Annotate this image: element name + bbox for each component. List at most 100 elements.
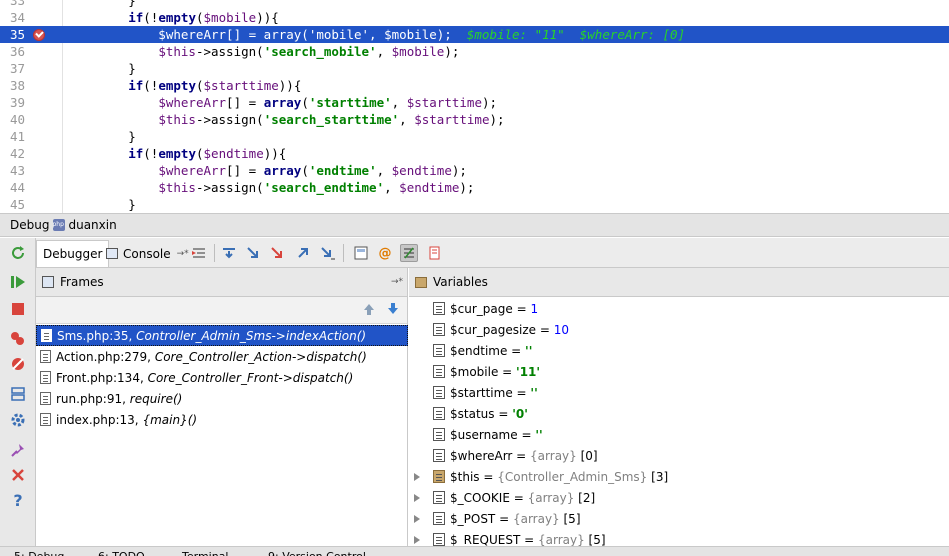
line-number[interactable]: 36 <box>0 43 30 60</box>
code-line[interactable]: 43 $whereArr[] = array('endtime', $endti… <box>0 162 949 179</box>
line-number[interactable]: 42 <box>0 145 30 162</box>
array-icon <box>433 512 445 525</box>
bottom-tab-version-control[interactable]: 9: Version Control <box>268 547 366 556</box>
code-editor[interactable]: 33 } 34 if(!empty($mobile)){35 $whereArr[… <box>0 0 949 213</box>
variable-name: $starttime <box>450 385 513 400</box>
line-number[interactable]: 38 <box>0 77 30 94</box>
step-out-icon[interactable] <box>294 244 312 262</box>
layout-icon[interactable] <box>9 385 27 403</box>
frames-header: Frames →* <box>36 268 407 297</box>
line-number[interactable]: 41 <box>0 128 30 145</box>
line-number[interactable]: 44 <box>0 179 30 196</box>
variable-row[interactable]: $cur_pagesize = 10 <box>409 319 949 340</box>
frame-item[interactable]: index.php:13, {main}() <box>36 409 408 430</box>
variable-value: '' <box>525 343 533 358</box>
watch-icon[interactable]: @ <box>376 244 394 262</box>
code-line[interactable]: 37 } <box>0 60 949 77</box>
step-over-icon[interactable] <box>220 244 238 262</box>
variable-value: [3] <box>647 469 669 484</box>
code-line[interactable]: 38 if(!empty($starttime)){ <box>0 77 949 94</box>
variable-icon <box>433 407 445 420</box>
code-line[interactable]: 34 if(!empty($mobile)){ <box>0 9 949 26</box>
variable-icon <box>433 428 445 441</box>
code-line[interactable]: 44 $this->assign('search_endtime', $endt… <box>0 179 949 196</box>
code-line-current[interactable]: 35 $whereArr[] = array('mobile', $mobile… <box>0 26 949 43</box>
code-text: } <box>68 0 136 9</box>
variable-row[interactable]: $cur_page = 1 <box>409 298 949 319</box>
mute-breakpoints-icon[interactable] <box>9 355 27 373</box>
code-line[interactable]: 42 if(!empty($endtime)){ <box>0 145 949 162</box>
expand-arrow-icon[interactable] <box>414 493 420 502</box>
variable-row[interactable]: $_POST = {array} [5] <box>409 508 949 529</box>
php-file-icon <box>40 350 51 363</box>
restore-layout-icon[interactable] <box>426 244 444 262</box>
step-into-icon[interactable] <box>244 244 262 262</box>
run-config-name[interactable]: duanxin <box>68 218 116 232</box>
rerun-icon[interactable] <box>9 244 27 262</box>
breakpoint-icon[interactable] <box>33 29 45 41</box>
line-number[interactable]: 43 <box>0 162 30 179</box>
frame-item[interactable]: run.php:91, require() <box>36 388 408 409</box>
variable-icon <box>433 365 445 378</box>
php-file-icon <box>40 392 51 405</box>
variable-row[interactable]: $this = {Controller_Admin_Sms} [3] <box>409 466 949 487</box>
variable-icon <box>433 323 445 336</box>
code-line[interactable]: 40 $this->assign('search_starttime', $st… <box>0 111 949 128</box>
variable-equals: = <box>512 448 531 463</box>
frame-item[interactable]: Front.php:134, Core_Controller_Front->di… <box>36 367 408 388</box>
evaluate-expression-icon[interactable] <box>352 244 370 262</box>
line-number[interactable]: 34 <box>0 9 30 26</box>
variable-row[interactable]: $whereArr = {array} [0] <box>409 445 949 466</box>
expand-arrow-icon[interactable] <box>414 514 420 523</box>
variable-row[interactable]: $mobile = '11' <box>409 361 949 382</box>
code-line[interactable]: 33 } <box>0 0 949 9</box>
variable-row[interactable]: $_COOKIE = {array} [2] <box>409 487 949 508</box>
code-line[interactable]: 41 } <box>0 128 949 145</box>
line-number[interactable]: 45 <box>0 196 30 213</box>
view-breakpoints-icon[interactable] <box>9 330 27 348</box>
array-icon <box>433 449 445 462</box>
variable-row[interactable]: $status = '0' <box>409 403 949 424</box>
variable-row[interactable]: $endtime = '' <box>409 340 949 361</box>
variable-text: $mobile = '11' <box>450 365 540 379</box>
line-number[interactable]: 39 <box>0 94 30 111</box>
show-values-inline-icon[interactable] <box>400 244 418 262</box>
tab-debugger[interactable]: Debugger <box>36 240 110 267</box>
code-line[interactable]: 39 $whereArr[] = array('starttime', $sta… <box>0 94 949 111</box>
settings-icon[interactable] <box>9 411 27 429</box>
variable-row[interactable]: $starttime = '' <box>409 382 949 403</box>
variable-row[interactable]: $username = '' <box>409 424 949 445</box>
pin-icon[interactable] <box>9 441 27 459</box>
bottom-tab-debug[interactable]: 5: Debug <box>14 547 64 556</box>
line-number[interactable]: 37 <box>0 60 30 77</box>
variable-type: {array} <box>530 448 577 463</box>
show-execution-point-icon[interactable] <box>190 244 208 262</box>
debugger-toolbar: Debugger Console →* @ <box>36 238 949 268</box>
expand-arrow-icon[interactable] <box>414 535 420 544</box>
tab-console[interactable]: Console →* <box>100 240 195 267</box>
code-line[interactable]: 36 $this->assign('search_mobile', $mobil… <box>0 43 949 60</box>
line-number[interactable]: 35 <box>0 26 30 43</box>
code-line[interactable]: 45 } <box>0 196 949 213</box>
expand-arrow-icon[interactable] <box>414 472 420 481</box>
frames-pin-icon[interactable]: →* <box>391 277 403 287</box>
array-icon <box>433 491 445 504</box>
help-icon[interactable]: ? <box>9 491 27 510</box>
line-number[interactable]: 33 <box>0 0 30 9</box>
frame-down-icon[interactable] <box>386 302 400 316</box>
force-step-into-icon[interactable] <box>268 244 286 262</box>
bottom-tab-todo[interactable]: 6: TODO <box>98 547 145 556</box>
resume-icon[interactable] <box>9 273 27 291</box>
stop-icon[interactable] <box>9 300 27 318</box>
variable-text: $whereArr = {array} [0] <box>450 449 598 463</box>
frame-up-icon[interactable] <box>362 302 376 316</box>
close-icon[interactable] <box>9 466 27 484</box>
bottom-tab-terminal[interactable]: Terminal <box>182 547 229 556</box>
run-to-cursor-icon[interactable] <box>319 244 337 262</box>
console-pin-arrow-icon[interactable]: →* <box>177 249 189 259</box>
line-number[interactable]: 40 <box>0 111 30 128</box>
code-text: if(!empty($endtime)){ <box>68 145 286 162</box>
frames-panel: Frames →* Sms.php:35, Controller_Admin_S… <box>36 268 408 556</box>
frame-item[interactable]: Action.php:279, Core_Controller_Action->… <box>36 346 408 367</box>
frame-item[interactable]: Sms.php:35, Controller_Admin_Sms->indexA… <box>36 325 408 346</box>
